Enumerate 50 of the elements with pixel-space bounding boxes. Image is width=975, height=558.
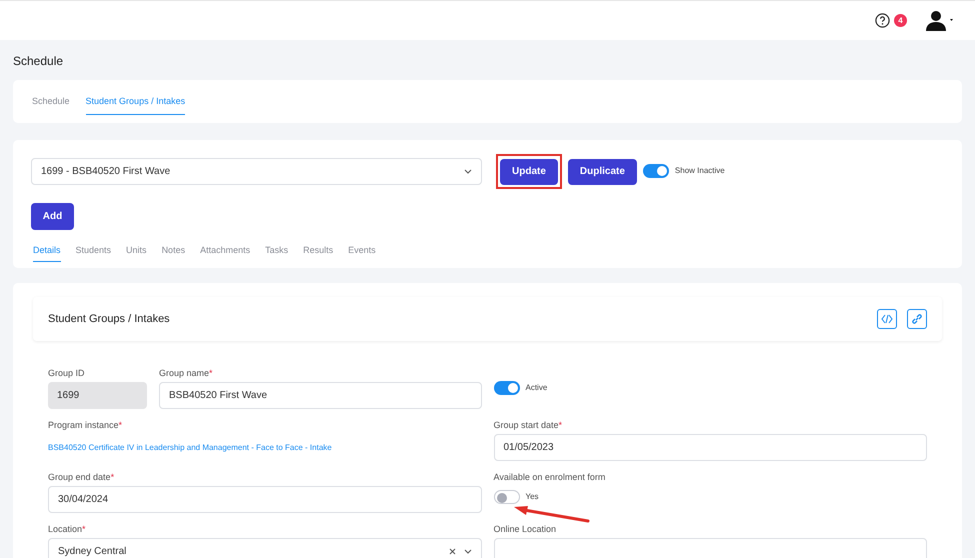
notification-badge: 4 (894, 14, 907, 27)
field-label: Location (48, 524, 82, 534)
toggle-label: Active (526, 382, 548, 394)
input-field[interactable]: 1699 (48, 382, 147, 409)
input-field[interactable] (494, 538, 927, 558)
tab[interactable]: Schedule (32, 94, 70, 115)
location-select[interactable]: Sydney Central (48, 538, 482, 558)
toggle-switch[interactable] (494, 381, 520, 395)
link-icon[interactable] (907, 309, 927, 329)
field-label: Group ID (48, 368, 85, 378)
tab[interactable]: Attachments (200, 244, 250, 262)
tab[interactable]: Details (33, 244, 61, 262)
required-mark: * (118, 420, 122, 430)
field-label: Group name (159, 368, 210, 378)
panel-title: Student Groups / Intakes (48, 312, 170, 327)
add-button[interactable]: Add (31, 202, 74, 230)
toggle-label: Show Inactive (674, 165, 725, 178)
field-label: Group end date (48, 472, 111, 482)
program-instance-link[interactable]: BSB40520 Certificate IV in Leadership and Management - Face to Face - Intake (48, 443, 332, 452)
required-mark: * (558, 420, 562, 430)
input-field[interactable]: 01/05/2023 (494, 434, 927, 461)
help-icon[interactable] (875, 13, 890, 28)
tab[interactable]: Student Groups / Intakes (86, 94, 186, 115)
toggle-label: Yes (526, 491, 539, 503)
field-label: Available on enrolment form (494, 472, 606, 482)
action-button[interactable]: Update (500, 158, 558, 184)
user-avatar-icon[interactable] (925, 10, 955, 32)
input-field[interactable]: BSB40520 First Wave (159, 382, 482, 409)
tab[interactable]: Events (348, 244, 376, 262)
page-title: Schedule (13, 53, 64, 68)
tab[interactable]: Tasks (265, 244, 288, 262)
action-button[interactable]: Duplicate (568, 158, 637, 184)
group-select[interactable]: 1699 - BSB40520 First Wave (31, 158, 482, 185)
required-mark: * (209, 368, 213, 378)
toggle-switch[interactable] (494, 490, 520, 504)
field-label: Program instance (48, 420, 119, 430)
tab[interactable]: Students (76, 244, 112, 262)
tab[interactable]: Units (126, 244, 147, 262)
input-field[interactable]: 30/04/2024 (48, 486, 482, 513)
field-label: Group start date (494, 420, 559, 430)
chevron-down-icon (464, 549, 472, 554)
tab[interactable]: Results (303, 244, 334, 262)
required-mark: * (82, 524, 86, 534)
chevron-down-icon (464, 168, 472, 174)
field-label: Online Location (494, 524, 556, 534)
code-icon[interactable] (877, 309, 897, 329)
toggle-switch[interactable] (642, 164, 669, 178)
clear-icon[interactable] (448, 548, 456, 555)
tab[interactable]: Notes (162, 244, 186, 262)
required-mark: * (110, 472, 114, 482)
